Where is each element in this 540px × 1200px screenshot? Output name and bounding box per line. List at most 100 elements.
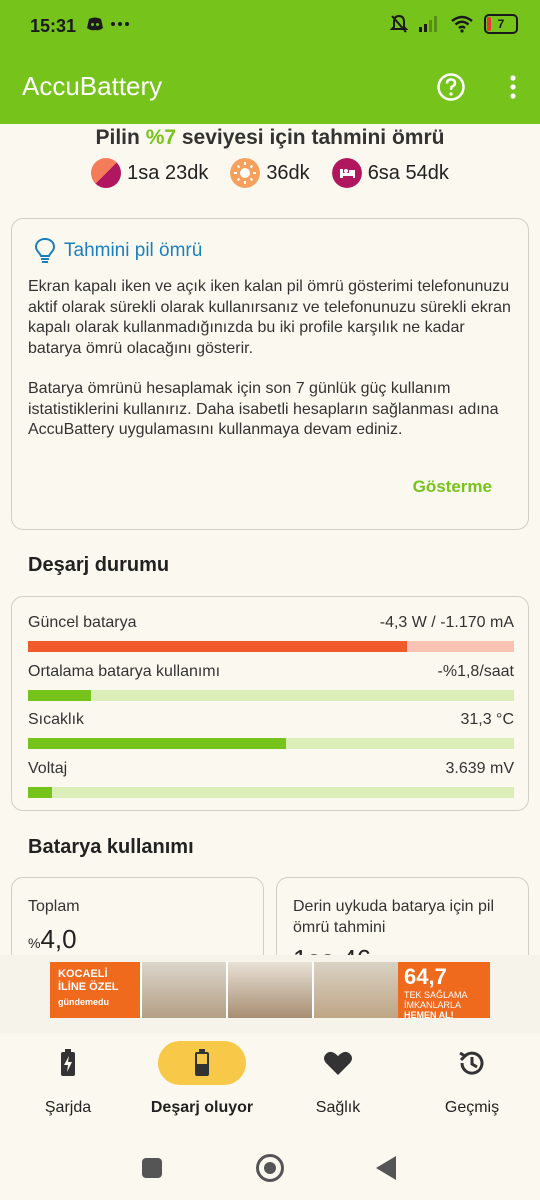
ad-cta: HEMEN AL!: [404, 1010, 454, 1018]
ad-image-3: [312, 962, 398, 1018]
info-card-body: Ekran kapalı iken ve açık iken kalan pil…: [28, 277, 518, 441]
help-icon[interactable]: [436, 72, 466, 102]
screen-on-icon: [230, 158, 261, 188]
screen-mixed-icon: [91, 158, 122, 188]
discharge-row-average: Ortalama batarya kullanımı -%1,8/saat: [28, 663, 514, 703]
estimate-title-percent: %7: [145, 126, 177, 149]
estimate-screen-off: 6sa 54dk: [331, 158, 449, 188]
temperature-label: Sıcaklık: [28, 711, 85, 728]
estimate-mixed: 1sa 23dk: [91, 158, 208, 188]
dismiss-button[interactable]: Gösterme: [413, 477, 492, 497]
discord-icon: [87, 17, 103, 31]
mute-bell-icon: [390, 14, 408, 33]
nav-history-label: Geçmiş: [444, 1099, 500, 1116]
app-title: AccuBattery: [22, 71, 163, 101]
info-card: Tahmini pil ömrü Ekran kapalı iken ve aç…: [11, 218, 529, 530]
battery-indicator: 7: [484, 14, 518, 34]
nav-discharging[interactable]: Deşarj oluyor: [142, 1041, 262, 1117]
voltage-bar: [28, 787, 514, 798]
nav-discharging-icon-wrap: [158, 1041, 246, 1085]
bottom-navigation: Şarjda Deşarj oluyor Sağlık Geçmiş: [0, 1033, 540, 1128]
average-usage-label: Ortalama batarya kullanımı: [28, 663, 221, 680]
nav-charging-icon-wrap: [24, 1041, 112, 1085]
battery-level: 7: [497, 17, 505, 31]
battery-fill: [487, 17, 491, 31]
info-card-title: Tahmini pil ömrü: [64, 240, 203, 261]
ad-image-2: [226, 962, 312, 1018]
voltage-value: 3.639 mV: [445, 760, 514, 777]
total-usage-card: Toplam %4,0: [11, 877, 264, 967]
info-paragraph-2: Batarya ömrünü hesaplamak için son 7 gün…: [28, 380, 499, 438]
nav-charging-label: Şarjda: [44, 1099, 92, 1116]
battery-charging-icon: [61, 1049, 75, 1076]
nav-health[interactable]: Sağlık: [278, 1041, 398, 1117]
status-time: 15:31: [30, 16, 77, 36]
discharge-heading: Deşarj durumu: [28, 554, 170, 576]
estimate-title-prefix: Pilin: [95, 126, 146, 149]
total-usage-prefix: %: [28, 935, 41, 951]
discharge-row-temperature: Sıcaklık 31,3 °C: [28, 711, 514, 751]
more-options-icon[interactable]: [504, 72, 522, 102]
nav-health-icon-wrap: [294, 1041, 382, 1085]
lightbulb-icon: [34, 237, 56, 263]
ad-price: 64,7: [404, 964, 447, 989]
deep-sleep-card: Derin uykuda batarya için pil ömrü tahmi…: [276, 877, 529, 974]
nav-history[interactable]: Geçmiş: [412, 1041, 532, 1117]
discharge-row-voltage: Voltaj 3.639 mV: [28, 760, 514, 800]
wifi-icon: [451, 15, 473, 33]
ad-subtext: TEK SAĞLAMA İMKANLARLA: [404, 990, 468, 1010]
total-usage-value: %4,0: [28, 924, 77, 955]
nav-health-label: Sağlık: [315, 1099, 361, 1116]
estimate-row: 1sa 23dk 36dk 6sa 54dk: [0, 158, 540, 188]
screen-off-icon: [331, 158, 362, 188]
status-notification-icons: [86, 16, 130, 32]
ad-image: [140, 962, 226, 1018]
ad-left-panel: KOCAELİ İLİNE ÖZEL gündemedu: [50, 962, 140, 1018]
voltage-label: Voltaj: [28, 760, 68, 777]
nav-history-icon-wrap: [428, 1041, 516, 1085]
heart-icon: [324, 1051, 352, 1075]
temperature-bar: [28, 738, 514, 749]
nav-charging[interactable]: Şarjda: [8, 1041, 128, 1117]
ad-brand: gündemedu: [58, 997, 109, 1007]
back-icon[interactable]: [376, 1156, 396, 1180]
discharge-card: Güncel batarya -4,3 W / -1.170 mA Ortala…: [11, 596, 529, 811]
deep-sleep-label: Derin uykuda batarya için pil ömrü tahmi…: [293, 898, 494, 936]
info-paragraph-1: Ekran kapalı iken ve açık iken kalan pil…: [28, 278, 511, 357]
info-card-header: Tahmini pil ömrü: [34, 237, 202, 265]
ad-banner[interactable]: KOCAELİ İLİNE ÖZEL gündemedu 64,7 TEK SA…: [50, 962, 490, 1018]
estimate-screen-on: 36dk: [230, 158, 310, 188]
current-battery-bar-fill: [28, 641, 408, 652]
current-battery-label: Güncel batarya: [28, 614, 137, 631]
estimate-title: Pilin %7 seviyesi için tahmini ömrü: [0, 126, 540, 150]
total-usage-number: 4,0: [40, 924, 77, 954]
temperature-value: 31,3 °C: [460, 711, 514, 728]
history-icon: [459, 1051, 484, 1075]
signal-icon: [419, 16, 437, 32]
ad-left-text: KOCAELİ İLİNE ÖZEL: [58, 968, 119, 993]
current-battery-bar: [28, 641, 514, 652]
usage-heading: Batarya kullanımı: [28, 836, 194, 858]
status-bar: 15:31 7: [0, 0, 540, 56]
estimate-mixed-value: 1sa 23dk: [127, 161, 209, 184]
estimate-title-suffix: seviyesi için tahmini ömrü: [176, 126, 445, 149]
current-battery-value: -4,3 W / -1.170 mA: [379, 614, 514, 631]
estimate-screen-off-value: 6sa 54dk: [367, 161, 449, 184]
app-bar: AccuBattery: [0, 56, 540, 124]
average-usage-value: -%1,8/saat: [437, 663, 514, 680]
more-notifications-icon: [111, 22, 129, 26]
ad-right-panel: 64,7 TEK SAĞLAMA İMKANLARLA HEMEN AL!: [398, 962, 490, 1018]
voltage-bar-fill: [28, 787, 53, 798]
status-system-icons: 7: [390, 14, 518, 34]
temperature-bar-fill: [28, 738, 286, 749]
total-usage-label: Toplam: [28, 898, 80, 915]
estimate-screen-on-value: 36dk: [266, 161, 310, 184]
home-icon[interactable]: [256, 1154, 284, 1182]
discharge-row-current: Güncel batarya -4,3 W / -1.170 mA: [28, 614, 514, 654]
average-usage-bar-fill: [28, 690, 92, 701]
system-navigation: [0, 1128, 540, 1200]
battery-discharging-icon: [195, 1049, 209, 1076]
average-usage-bar: [28, 690, 514, 701]
recents-icon[interactable]: [142, 1158, 162, 1178]
nav-discharging-label: Deşarj oluyor: [150, 1099, 254, 1116]
